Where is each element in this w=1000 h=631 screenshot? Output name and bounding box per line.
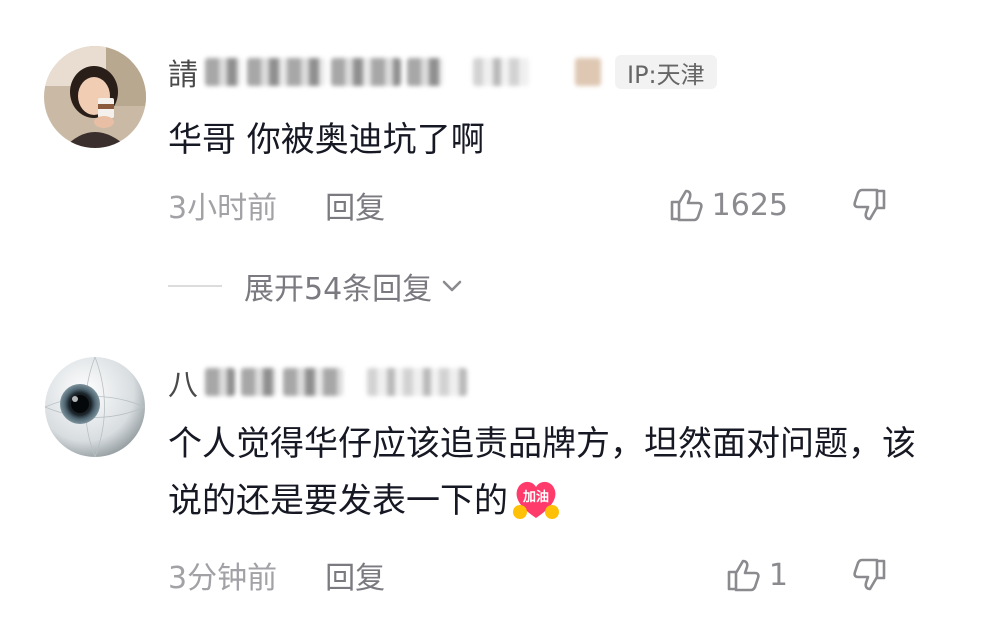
- username[interactable]: 請: [168, 50, 199, 94]
- divider-line: [168, 285, 222, 287]
- like-count: 1: [768, 557, 788, 593]
- blurred-username: [205, 58, 241, 86]
- avatar[interactable]: [44, 356, 146, 458]
- comment-text: 个人觉得华仔应该追责品牌方，坦然面对问题，该说的还是要发表一下的 加油: [168, 416, 948, 529]
- ip-location-badge: IP:天津: [615, 55, 717, 89]
- blurred-username: [407, 58, 443, 86]
- comment-text: 华哥 你被奥迪坑了啊: [168, 120, 485, 160]
- like-button[interactable]: 1625: [666, 185, 788, 225]
- username-row: 請 IP:天津: [168, 50, 717, 94]
- blurred-username: [241, 368, 277, 396]
- reply-button[interactable]: 回复: [325, 553, 385, 597]
- timestamp: 3分钟前: [168, 561, 278, 596]
- avatar[interactable]: [44, 46, 146, 148]
- blurred-badge: [575, 58, 601, 86]
- expand-replies-label: 展开54条回复: [244, 272, 433, 307]
- like-button[interactable]: 1: [723, 555, 788, 595]
- blurred-badge: [473, 58, 529, 86]
- reply-button[interactable]: 回复: [325, 183, 385, 227]
- chevron-down-icon: [442, 280, 462, 292]
- thumbs-up-icon: [670, 189, 703, 222]
- timestamp: 3小时前: [168, 191, 278, 226]
- blurred-username: [247, 58, 325, 86]
- blurred-badge: [367, 368, 467, 396]
- thumbs-down-icon[interactable]: [850, 555, 890, 595]
- username[interactable]: 八: [168, 360, 199, 404]
- comment-meta: 3小时前 回复 1625: [168, 183, 948, 227]
- comment-meta: 3分钟前 回复 1: [168, 553, 948, 597]
- like-count: 1625: [711, 187, 788, 223]
- username-row: 八: [168, 360, 467, 404]
- cheer-emoji-label: 加油: [522, 489, 549, 505]
- cheer-emoji-icon: 加油: [513, 481, 559, 519]
- blurred-username: [205, 368, 235, 396]
- blurred-username: [331, 58, 401, 86]
- thumbs-down-icon[interactable]: [850, 185, 890, 225]
- expand-replies-button[interactable]: 展开54条回复: [168, 268, 466, 307]
- thumbs-up-icon: [727, 559, 760, 592]
- blurred-username: [283, 368, 343, 396]
